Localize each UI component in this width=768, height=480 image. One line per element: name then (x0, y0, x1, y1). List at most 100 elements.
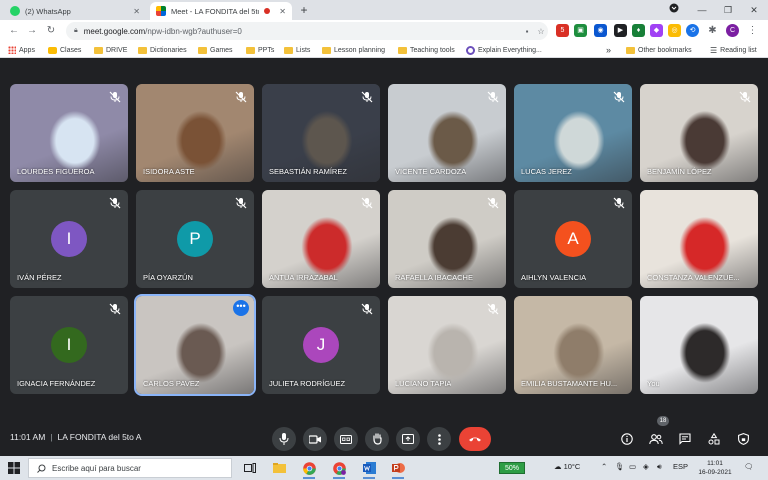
bookmark-drive[interactable]: DRIVE (94, 44, 127, 56)
profile-avatar[interactable]: C (726, 24, 739, 37)
screencast-extension-icon[interactable]: ▶ (614, 24, 627, 37)
network-icon[interactable]: ◈ (643, 462, 649, 471)
cloud-icon: ☁ (554, 462, 562, 471)
bookmark-ppts[interactable]: PPTs (246, 44, 274, 56)
chrome-profile-taskbar-icon[interactable] (330, 459, 348, 479)
chat-button[interactable] (676, 430, 694, 448)
participant-tile[interactable]: J JULIETA RODRÍGUEZ (262, 296, 380, 394)
bookmark-label: Explain Everything... (478, 46, 542, 54)
taskbar-clock[interactable]: 11:01 16-09-2021 (694, 459, 736, 477)
notifications-icon[interactable]: 🗨︎ (744, 462, 754, 471)
close-tab-icon[interactable]: ✕ (133, 7, 140, 16)
bookmark-star-icon[interactable]: ☆ (534, 27, 548, 36)
microphone-button[interactable] (272, 427, 296, 451)
bookmark-apps[interactable]: Apps (8, 44, 35, 56)
bookmark-teaching-tools[interactable]: Teaching tools (398, 44, 455, 56)
leave-call-button[interactable] (459, 427, 491, 451)
bookmark-label: Lists (296, 46, 311, 54)
bookmarks-overflow-button[interactable]: » (606, 44, 611, 56)
bookmark-dictionaries[interactable]: Dictionaries (138, 44, 187, 56)
gmail-extension-icon[interactable]: 5 (556, 24, 569, 37)
participant-tile[interactable]: LUCAS JEREZ (514, 84, 632, 182)
participant-tile[interactable]: ANTUA IRRAZABAL (262, 190, 380, 288)
battery-indicator[interactable]: 50% (499, 462, 525, 474)
restore-icon[interactable]: ❐ (716, 0, 740, 20)
task-view-icon[interactable] (241, 459, 259, 477)
people-button[interactable] (647, 430, 665, 448)
participant-tile[interactable]: BENJAMÍN LÓPEZ (640, 84, 758, 182)
tab-whatsapp[interactable]: (2) WhatsApp ✕ (4, 2, 146, 20)
volume-icon[interactable]: 🔊︎ (657, 462, 662, 472)
taskbar-search-box[interactable]: Escribe aquí para buscar (28, 458, 232, 478)
url-bar[interactable]: 🔒︎ meet.google.com/npw-idbn-wgb?authuser… (66, 22, 548, 40)
classroom-icon (48, 46, 57, 54)
hand-icon (372, 433, 382, 445)
camera-indicator-icon[interactable]: ▪ (520, 27, 534, 36)
minimize-icon[interactable]: — (690, 0, 714, 20)
file-explorer-icon[interactable] (270, 459, 288, 477)
bookmark-clases[interactable]: Clases (48, 44, 81, 56)
microphone-tray-icon[interactable]: 🎙︎ (615, 462, 625, 471)
participant-tile[interactable]: EMILIA BUSTAMANTE HU... (514, 296, 632, 394)
participant-tile[interactable]: SEBASTIÁN RAMÍREZ (262, 84, 380, 182)
close-tab-icon[interactable]: ✕ (279, 7, 286, 16)
extension-icon[interactable]: ♦ (632, 24, 645, 37)
bookmark-explain-everything[interactable]: Explain Everything... (466, 44, 542, 56)
other-bookmarks[interactable]: Other bookmarks (626, 44, 692, 56)
participant-tile[interactable]: CONSTANZA VALENZUE... (640, 190, 758, 288)
tile-options-icon[interactable]: ••• (233, 300, 249, 316)
back-arrow-icon[interactable]: ← (6, 23, 22, 39)
bookmark-label: Games (210, 46, 233, 54)
overflow-label: » (606, 45, 612, 55)
participant-name: ANTUA IRRAZABAL (269, 273, 338, 282)
folder-icon (398, 46, 407, 54)
participant-tile[interactable]: I IVÁN PÉREZ (10, 190, 128, 288)
weather-widget[interactable]: ☁ 10°C (554, 462, 580, 471)
participant-tile[interactable]: LOURDES FIGUEROA (10, 84, 128, 182)
kebab-menu-icon[interactable]: ⋮ (746, 24, 759, 37)
activities-button[interactable] (705, 430, 723, 448)
meet-extension-icon[interactable]: ▣ (574, 24, 587, 37)
apps-grid-icon (8, 46, 16, 54)
participant-tile[interactable]: RAFAELLA IBACACHE (388, 190, 506, 288)
chat-icon (679, 433, 691, 445)
extension-icon[interactable]: ⟲ (686, 24, 699, 37)
participant-tile[interactable]: I IGNACIA FERNÁNDEZ (10, 296, 128, 394)
word-icon[interactable] (360, 459, 378, 479)
camera-button[interactable] (303, 427, 327, 451)
tab-meet[interactable]: Meet - LA FONDITA del 5to ✕ (150, 2, 292, 20)
bookmark-label: Clases (60, 46, 82, 54)
participant-tile[interactable]: VICENTE CARDOZA (388, 84, 506, 182)
new-tab-button[interactable]: + (296, 3, 312, 17)
host-controls-button[interactable] (734, 430, 752, 448)
bookmark-lesson-planning[interactable]: Lesson planning (322, 44, 385, 56)
bookmark-lists[interactable]: Lists (284, 44, 310, 56)
participant-tile[interactable]: P PÍA OYARZÚN (136, 190, 254, 288)
chrome-taskbar-icon[interactable] (300, 459, 318, 479)
participant-tile[interactable]: ISIDORA ASTE (136, 84, 254, 182)
participant-tile[interactable]: You (640, 296, 758, 394)
tab-search-icon[interactable] (662, 0, 686, 20)
reload-icon[interactable]: ↻ (43, 23, 59, 39)
language-indicator[interactable]: ESP (673, 462, 688, 471)
close-window-icon[interactable]: ✕ (742, 0, 766, 20)
windows-start-icon[interactable] (8, 462, 20, 474)
present-screen-button[interactable] (396, 427, 420, 451)
bookmark-games[interactable]: Games (198, 44, 233, 56)
puzzle-extensions-icon[interactable]: ✱ (706, 24, 719, 37)
meeting-info-button[interactable] (618, 430, 636, 448)
reading-list[interactable]: ☰ Reading list (710, 44, 757, 56)
extension-icon[interactable]: ◎ (668, 24, 681, 37)
battery-tray-icon[interactable]: ▭ (629, 462, 636, 471)
tray-overflow-icon[interactable]: ⌃ (601, 462, 607, 471)
raise-hand-button[interactable] (365, 427, 389, 451)
extension-icon[interactable]: ◉ (594, 24, 607, 37)
extension-icon[interactable]: ◆ (650, 24, 663, 37)
captions-button[interactable] (334, 427, 358, 451)
participant-tile[interactable]: A AIHLYN VALENCIA (514, 190, 632, 288)
more-options-button[interactable] (427, 427, 451, 451)
participant-tile[interactable]: LUCIANO TAPIA (388, 296, 506, 394)
powerpoint-icon[interactable] (389, 459, 407, 479)
participant-tile[interactable]: ••• CARLOS PAVEZ (134, 294, 256, 396)
forward-arrow-icon[interactable]: → (24, 23, 40, 39)
